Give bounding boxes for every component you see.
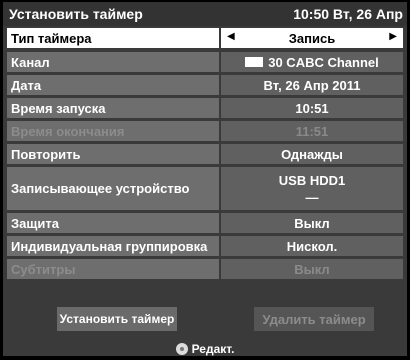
start-time-label: Время запуска — [7, 98, 219, 118]
end-time-value: 11:51 — [221, 121, 403, 141]
recording-device-text: USB HDD1 — [278, 172, 346, 188]
delete-timer-button: Удалить таймер — [254, 307, 374, 331]
protection-value[interactable]: Выкл — [221, 213, 403, 233]
channel-text: 30 CABC Channel — [268, 54, 379, 70]
channel-value[interactable]: 30 CABC Channel — [221, 52, 403, 72]
recording-device-subtext: — — [305, 189, 319, 205]
channel-label: Канал — [7, 52, 219, 72]
repeat-label: Повторить — [7, 144, 219, 164]
row-grouping[interactable]: Индивидуальная группировка Нискол. — [7, 236, 403, 256]
row-timer-type[interactable]: Тип таймера ◀ Запись ▶ — [7, 28, 403, 48]
row-channel[interactable]: Канал 30 CABC Channel — [7, 52, 403, 72]
channel-icon — [245, 57, 264, 67]
date-label: Дата — [7, 75, 219, 95]
header: Установить таймер 10:50 Вт, 26 Апр — [3, 2, 407, 26]
page-title: Установить таймер — [9, 6, 143, 22]
timer-type-value[interactable]: ◀ Запись ▶ — [221, 28, 403, 48]
footer-hint: Редакт. — [3, 340, 407, 356]
row-protection[interactable]: Защита Выкл — [7, 213, 403, 233]
grouping-label: Индивидуальная группировка — [7, 236, 219, 256]
recording-device-label: Записывающее устройство — [7, 167, 219, 210]
row-start-time[interactable]: Время запуска 10:51 — [7, 98, 403, 118]
protection-label: Защита — [7, 213, 219, 233]
row-subtitles: Субтитры Выкл — [7, 259, 403, 279]
arrow-left-icon[interactable]: ◀ — [227, 31, 235, 42]
row-date[interactable]: Дата Вт, 26 Апр 2011 — [7, 75, 403, 95]
subtitles-label: Субтитры — [7, 259, 219, 279]
end-time-label: Время окончания — [7, 121, 219, 141]
row-recording-device[interactable]: Записывающее устройство USB HDD1 — — [7, 167, 403, 210]
set-timer-screen: Установить таймер 10:50 Вт, 26 Апр Тип т… — [3, 2, 407, 356]
arrow-right-icon[interactable]: ▶ — [389, 31, 397, 42]
start-time-value[interactable]: 10:51 — [221, 98, 403, 118]
date-value[interactable]: Вт, 26 Апр 2011 — [221, 75, 403, 95]
timer-type-text: Запись — [288, 30, 336, 46]
clock: 10:50 Вт, 26 Апр — [293, 6, 403, 22]
grouping-value[interactable]: Нискол. — [221, 236, 403, 256]
timer-type-label: Тип таймера — [7, 28, 219, 48]
recording-device-value[interactable]: USB HDD1 — — [221, 167, 403, 210]
row-repeat[interactable]: Повторить Однажды — [7, 144, 403, 164]
set-timer-button[interactable]: Установить таймер — [57, 307, 177, 331]
edit-hint-text: Редакт. — [191, 342, 235, 356]
row-end-time: Время окончания 11:51 — [7, 121, 403, 141]
subtitles-value: Выкл — [221, 259, 403, 279]
dpad-icon — [175, 343, 188, 355]
repeat-value[interactable]: Однажды — [221, 144, 403, 164]
